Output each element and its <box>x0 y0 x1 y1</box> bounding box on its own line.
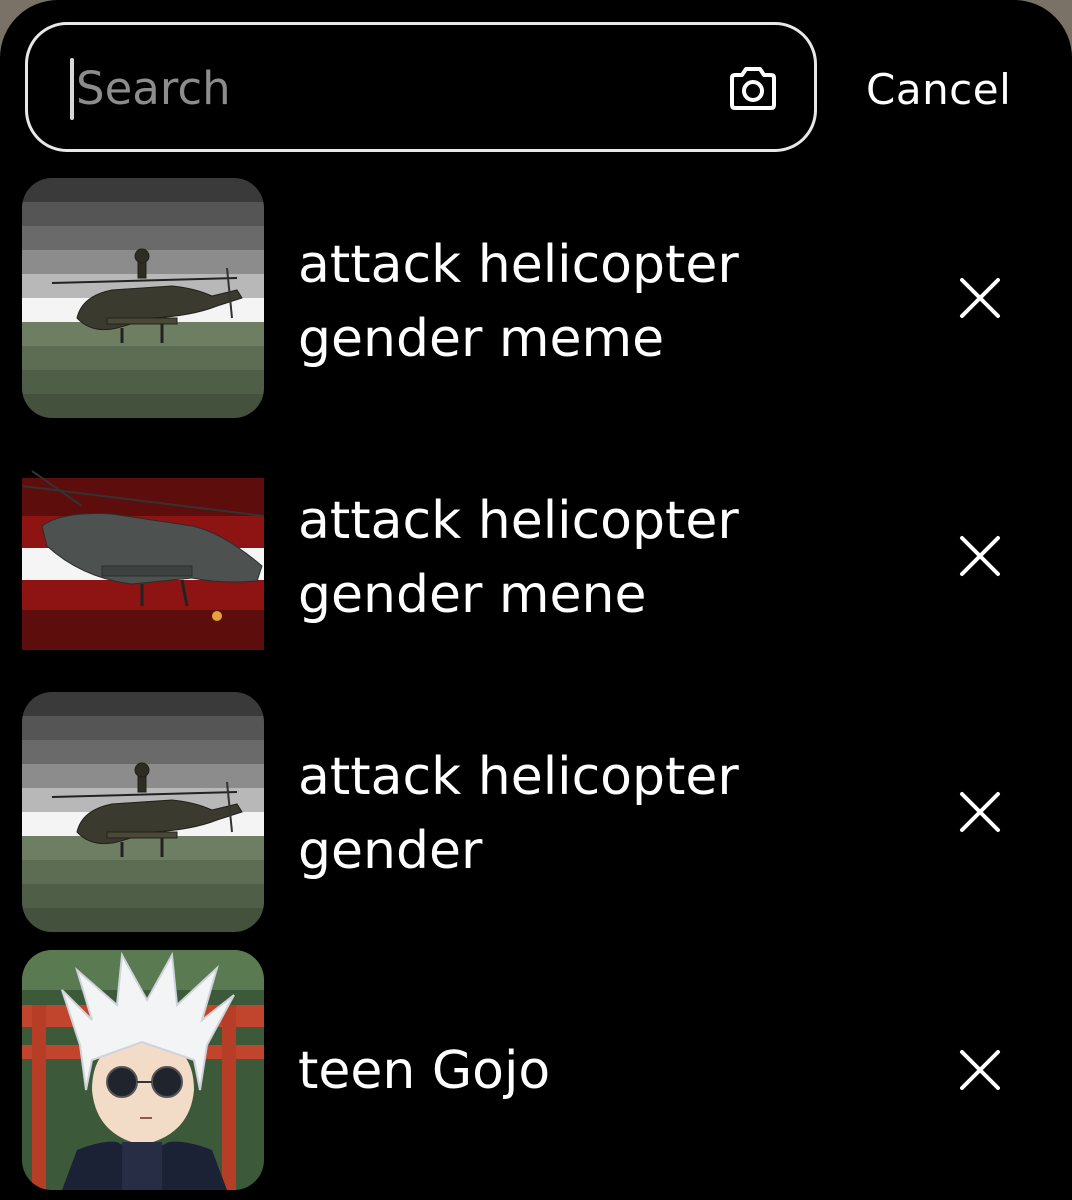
search-input[interactable] <box>74 43 696 133</box>
helicopter-thumbnail <box>22 178 264 418</box>
recent-search-item[interactable]: attack helicopter gender <box>0 692 1072 937</box>
label-line: gender mene <box>298 565 647 625</box>
helicopter-thumbnail <box>22 466 264 661</box>
label-line: gender <box>298 821 483 881</box>
close-icon[interactable] <box>952 270 1008 326</box>
close-icon[interactable] <box>952 1042 1008 1098</box>
search-screen: Cancel <box>0 0 1072 1200</box>
recent-search-label[interactable]: teen Gojo <box>298 1034 858 1108</box>
search-bar[interactable] <box>25 22 817 152</box>
recent-search-label[interactable]: attack helicopter gender <box>298 740 858 888</box>
label-line: teen Gojo <box>298 1041 551 1101</box>
recent-search-item[interactable]: teen Gojo <box>0 950 1072 1195</box>
label-line: attack helicopter <box>298 235 739 295</box>
recent-search-label[interactable]: attack helicopter gender meme <box>298 228 858 376</box>
cancel-button[interactable]: Cancel <box>866 58 1011 122</box>
close-icon[interactable] <box>952 784 1008 840</box>
label-line: attack helicopter <box>298 491 739 551</box>
label-line: attack helicopter <box>298 747 739 807</box>
recent-search-label[interactable]: attack helicopter gender mene <box>298 484 858 632</box>
label-line: gender meme <box>298 309 665 369</box>
recent-search-item[interactable]: attack helicopter gender meme <box>0 178 1072 423</box>
recent-search-item[interactable]: attack helicopter gender mene <box>0 456 1072 701</box>
helicopter-thumbnail <box>22 692 264 932</box>
close-icon[interactable] <box>952 528 1008 584</box>
anime-character-thumbnail <box>22 950 264 1190</box>
camera-icon[interactable] <box>726 65 780 113</box>
